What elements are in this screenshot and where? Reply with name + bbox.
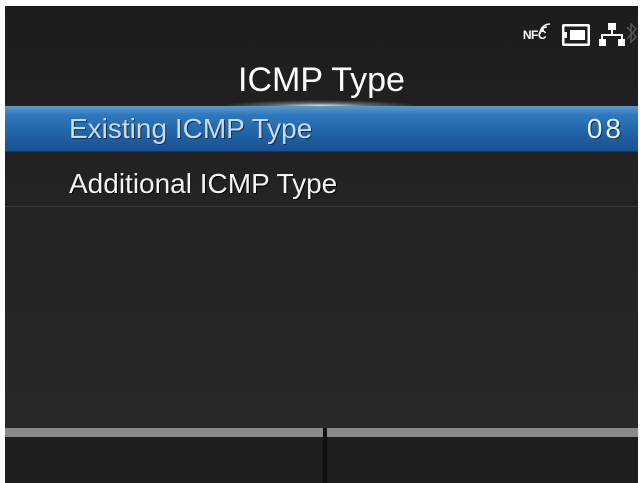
menu-item-additional-icmp-type[interactable]: Additional ICMP Type <box>5 161 638 207</box>
sd-card-icon <box>562 24 590 46</box>
softkey-left[interactable] <box>5 437 323 483</box>
network-icon <box>599 23 625 46</box>
bluetooth-icon <box>626 22 638 44</box>
menu-item-existing-icmp-type[interactable]: Existing ICMP Type 08 <box>5 106 638 152</box>
softkey-right[interactable] <box>327 437 638 483</box>
menu-item-label: Existing ICMP Type <box>69 113 313 144</box>
nfc-icon <box>539 23 551 35</box>
status-bar: NFC <box>438 6 638 48</box>
lcd-screen: NFC ICMP Type Existing ICMP Type 08 Addi… <box>5 6 638 483</box>
page-title: ICMP Type <box>238 61 405 99</box>
softkey-bar <box>5 428 638 483</box>
menu-item-label: Additional ICMP Type <box>69 168 338 199</box>
menu-item-value: 08 <box>586 113 624 144</box>
